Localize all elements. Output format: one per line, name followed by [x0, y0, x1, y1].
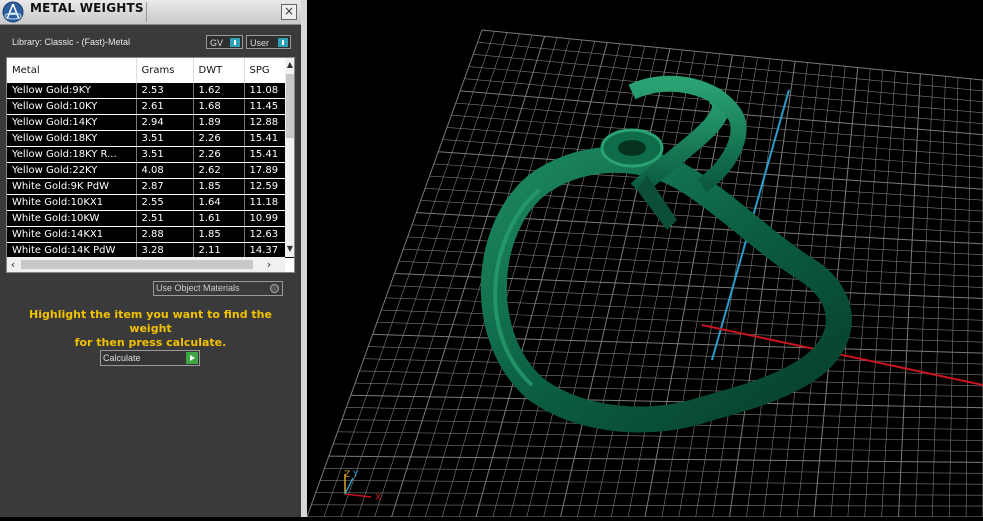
metal-cell[interactable]: White Gold:14KX1 — [7, 227, 136, 243]
dwt-cell[interactable]: 1.85 — [193, 227, 244, 243]
scroll-right-icon[interactable]: › — [263, 258, 275, 271]
panel-title: METAL WEIGHTS — [30, 1, 144, 15]
metal-cell[interactable]: Yellow Gold:18KY R... — [7, 147, 136, 163]
library-label: Library: Classic - (Fast)-Metal — [12, 37, 130, 47]
grams-cell[interactable]: 2.61 — [136, 99, 193, 115]
metal-table-grid: Metal Grams DWT SPG Yellow Gold:9KY2.531… — [7, 58, 295, 259]
title-separator — [146, 2, 147, 22]
play-arrow-icon[interactable] — [186, 352, 198, 364]
triad-y-label: Y — [352, 470, 359, 480]
metal-cell[interactable]: White Gold:10KW — [7, 211, 136, 227]
dwt-cell[interactable]: 1.61 — [193, 211, 244, 227]
horizontal-scroll-thumb[interactable] — [21, 260, 253, 269]
column-header-dwt[interactable]: DWT — [193, 58, 244, 83]
triad-z-label: Z — [344, 470, 350, 480]
dwt-cell[interactable]: 1.85 — [193, 179, 244, 195]
instruction-line-2: for then press calculate. — [8, 336, 293, 350]
table-row[interactable]: Yellow Gold:10KY2.611.6811.45 — [7, 99, 295, 115]
scroll-left-icon[interactable]: ‹ — [7, 258, 19, 271]
app-logo-icon — [2, 1, 24, 23]
grams-cell[interactable]: 4.08 — [136, 163, 193, 179]
dwt-cell[interactable]: 1.62 — [193, 83, 244, 99]
metal-cell[interactable]: Yellow Gold:9KY — [7, 83, 136, 99]
dwt-cell[interactable]: 2.26 — [193, 131, 244, 147]
3d-viewport[interactable]: Z Y X — [307, 0, 983, 517]
metal-cell[interactable]: Yellow Gold:10KY — [7, 99, 136, 115]
gv-toggle[interactable]: GV — [206, 35, 243, 49]
panel-titlebar[interactable]: METAL WEIGHTS × — [0, 0, 301, 25]
table-row[interactable]: Yellow Gold:22KY4.082.6217.89 — [7, 163, 295, 179]
gv-toggle-label: GV — [210, 38, 223, 48]
table-row[interactable]: White Gold:10KW2.511.6110.99 — [7, 211, 295, 227]
column-header-grams[interactable]: Grams — [136, 58, 193, 83]
calculate-label: Calculate — [103, 353, 141, 363]
metal-cell[interactable]: White Gold:9K PdW — [7, 179, 136, 195]
dwt-cell[interactable]: 1.64 — [193, 195, 244, 211]
dwt-cell[interactable]: 1.89 — [193, 115, 244, 131]
scroll-up-icon[interactable]: ▲ — [285, 59, 295, 71]
dwt-cell[interactable]: 2.26 — [193, 147, 244, 163]
column-header-metal[interactable]: Metal — [7, 58, 136, 83]
grams-cell[interactable]: 2.55 — [136, 195, 193, 211]
use-object-materials-checkbox[interactable]: Use Object Materials — [153, 281, 283, 296]
ground-grid — [307, 30, 983, 517]
scroll-down-icon[interactable]: ▼ — [285, 243, 295, 255]
grams-cell[interactable]: 2.53 — [136, 83, 193, 99]
table-row[interactable]: White Gold:9K PdW2.871.8512.59 — [7, 179, 295, 195]
triad-x-line — [345, 494, 371, 497]
metal-cell[interactable]: Yellow Gold:18KY — [7, 131, 136, 147]
metal-cell[interactable]: Yellow Gold:14KY — [7, 115, 136, 131]
instruction-line-1: Highlight the item you want to find the … — [8, 308, 293, 336]
grams-cell[interactable]: 2.87 — [136, 179, 193, 195]
user-toggle[interactable]: User — [246, 35, 291, 49]
axis-triad: Z Y X — [344, 470, 381, 503]
vertical-scroll-thumb[interactable] — [286, 74, 294, 138]
table-header: Metal Grams DWT SPG — [7, 58, 295, 83]
triad-x-label: X — [375, 493, 381, 503]
grams-cell[interactable]: 2.88 — [136, 227, 193, 243]
grams-cell[interactable]: 3.51 — [136, 131, 193, 147]
grams-cell[interactable]: 2.51 — [136, 211, 193, 227]
user-toggle-label: User — [250, 38, 269, 48]
grams-cell[interactable]: 2.94 — [136, 115, 193, 131]
instruction-text: Highlight the item you want to find the … — [8, 308, 293, 350]
close-button[interactable]: × — [281, 4, 297, 20]
metal-table: Metal Grams DWT SPG Yellow Gold:9KY2.531… — [6, 57, 295, 273]
horizontal-scrollbar[interactable]: ‹ › — [7, 257, 285, 272]
dwt-cell[interactable]: 1.68 — [193, 99, 244, 115]
vertical-scrollbar[interactable]: ▲ ▼ — [285, 58, 295, 257]
toggle-switch-icon — [230, 38, 240, 47]
checkbox-icon[interactable] — [270, 284, 279, 293]
metal-cell[interactable]: Yellow Gold:22KY — [7, 163, 136, 179]
table-row[interactable]: Yellow Gold:18KY3.512.2615.41 — [7, 131, 295, 147]
calculate-button[interactable]: Calculate — [100, 350, 200, 366]
table-row[interactable]: Yellow Gold:14KY2.941.8912.88 — [7, 115, 295, 131]
table-row[interactable]: White Gold:10KX12.551.6411.18 — [7, 195, 295, 211]
table-row[interactable]: Yellow Gold:9KY2.531.6211.08 — [7, 83, 295, 99]
use-object-materials-label: Use Object Materials — [156, 283, 240, 293]
table-row[interactable]: White Gold:14KX12.881.8512.63 — [7, 227, 295, 243]
dwt-cell[interactable]: 2.62 — [193, 163, 244, 179]
grams-cell[interactable]: 3.51 — [136, 147, 193, 163]
toggle-switch-icon — [278, 38, 288, 47]
metal-weights-panel: METAL WEIGHTS × Library: Classic - (Fast… — [0, 0, 301, 517]
table-row[interactable]: Yellow Gold:18KY R...3.512.2615.41 — [7, 147, 295, 163]
viewport-canvas[interactable]: Z Y X — [307, 0, 983, 517]
metal-cell[interactable]: White Gold:10KX1 — [7, 195, 136, 211]
